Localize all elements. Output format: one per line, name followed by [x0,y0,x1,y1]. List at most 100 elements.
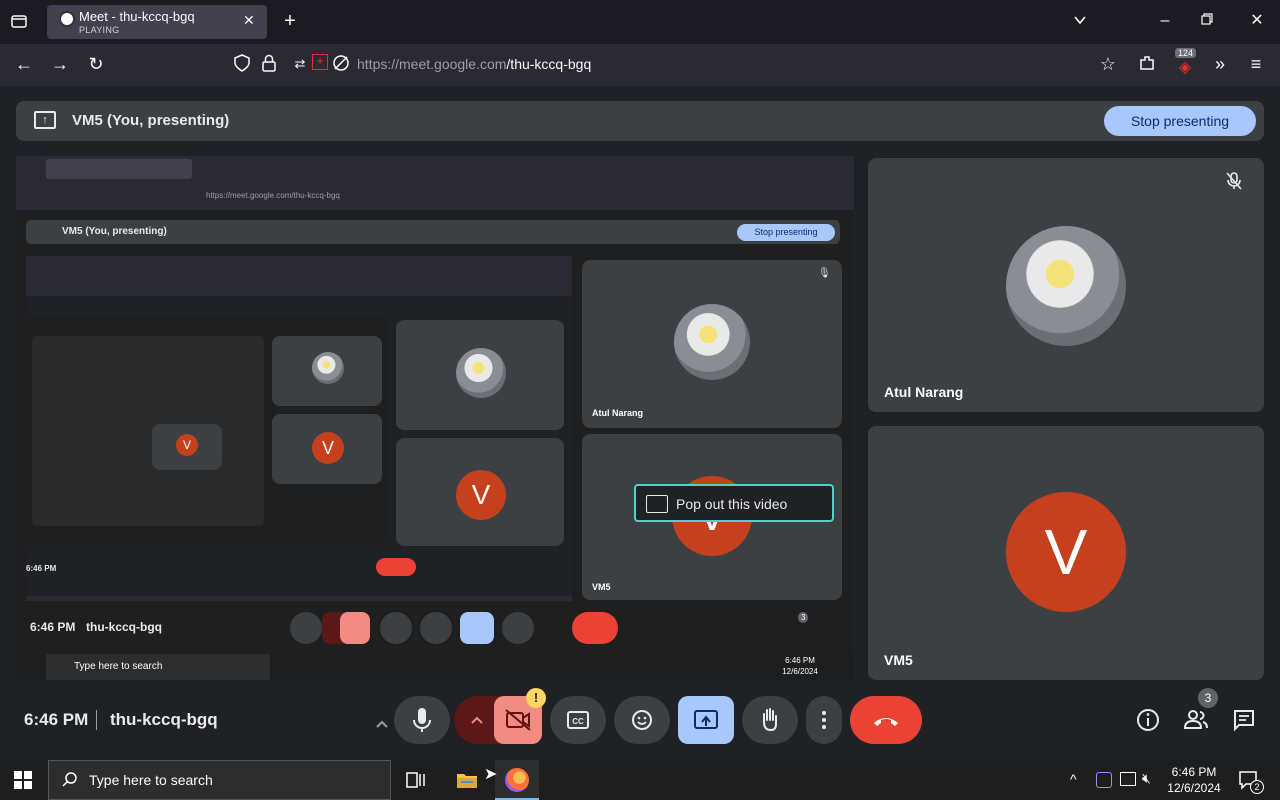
captions-button[interactable]: CC [550,696,606,744]
deepest-tile-atul [272,336,382,406]
people-icon[interactable] [1182,706,1210,734]
address-bar[interactable]: https://meet.google.com/thu-kccq-bgq [357,56,591,72]
more-tools-icon[interactable]: » [1210,54,1230,74]
mic-off-icon [1226,172,1246,190]
tab-list-icon[interactable] [10,12,30,30]
nested-url: https://meet.google.com/thu-kccq-bgq [206,191,340,200]
deeper-end-call [376,558,416,576]
nested-atul-name: Atul Narang [592,408,644,418]
presenting-label: VM5 (You, presenting) [72,112,230,129]
nested-stop-button: Stop presenting [737,224,835,241]
camera-warning-badge: ! [526,688,546,708]
url-path: /thu-kccq-bgq [506,56,592,72]
leave-call-button[interactable] [850,696,922,744]
nested-taskbar: Type here to search 6:46 PM 12/6/2024 [16,654,854,680]
avatar-atul [1006,226,1126,346]
nested-tray-clock: 6:46 PM 12/6/2024 [778,655,822,677]
browser-tab-bar: Meet - thu-kccq-bgq PLAYING ✕ + – ✕ [0,0,1280,44]
meet-control-bar: 6:46 PM thu-kccq-bgq ! CC 3 [0,688,1280,760]
deepest-avatar-atul [312,352,344,384]
pop-out-icon [646,495,668,513]
permissions-icon[interactable]: ⇄ [290,54,310,74]
deeper-nested-screen: V V V 6:46 PM [26,256,572,601]
tracking-shield-icon[interactable] [234,54,254,72]
bookmark-star-icon[interactable]: ☆ [1098,54,1118,74]
nested-avatar-atul [674,304,750,380]
tray-app-icon[interactable] [1096,772,1112,788]
stop-presenting-button[interactable]: Stop presenting [1104,106,1256,136]
nested-emoji-button [420,612,452,644]
present-now-button[interactable] [678,696,734,744]
meet-area: ↑ VM5 (You, presenting) Stop presenting … [0,86,1280,760]
emoji-reactions-button[interactable] [614,696,670,744]
clock-separator [96,710,97,730]
autoplay-blocked-icon[interactable] [332,54,352,72]
screen-share-indicator-icon[interactable]: + [312,54,328,70]
avatar-vm5: V [1006,492,1126,612]
lock-icon[interactable] [262,54,282,72]
volume-muted-icon[interactable]: 🔇︎ [1142,770,1151,787]
tab-title: Meet - thu-kccq-bgq [79,9,195,24]
taskbar-date: 12/6/2024 [1167,781,1221,795]
deeper-controls [216,558,416,576]
meeting-details-icon[interactable] [1134,706,1162,734]
tab-playing-label: PLAYING [79,25,120,35]
nested-people-count: 3 [798,612,809,623]
forward-icon[interactable]: → [50,54,70,74]
present-screen-icon: ↑ [34,111,56,129]
nested-captions-button [380,612,412,644]
deepest-inner-avatar-v: V [176,434,198,456]
nested-presenting-bar: VM5 (You, presenting) Stop presenting [26,220,840,244]
tray-overflow-chevron-icon[interactable]: ^ [1070,771,1077,787]
deeper-avatar-v: V [456,470,506,520]
nested-browser-chrome: https://meet.google.com/thu-kccq-bgq [16,156,854,210]
extensions-icon[interactable] [1138,54,1158,72]
network-icon[interactable] [1120,772,1136,786]
nested-hand-button [502,612,534,644]
windows-start-icon[interactable] [14,771,34,791]
pop-out-label: Pop out this video [676,496,788,512]
extension-badge: 124 [1175,48,1197,58]
nested-tab [46,159,192,179]
taskbar-search-placeholder: Type here to search [89,772,213,788]
people-count-badge: 3 [1198,688,1218,708]
participant-name-vm5: VM5 [884,652,913,668]
file-explorer-icon[interactable] [456,770,478,790]
taskbar-clock[interactable]: 6:46 PM 12/6/2024 [1166,764,1222,796]
participant-tile-atul[interactable]: Atul Narang [868,158,1264,412]
meeting-code: thu-kccq-bgq [110,710,218,729]
restore-window-icon[interactable] [1200,12,1220,26]
minimize-window-icon[interactable]: – [1155,11,1175,31]
deepest-tile-vm5: V [272,414,382,484]
deeper-tile-atul [396,320,564,430]
deepest-inner-tile: V [152,424,222,470]
new-tab-icon[interactable]: + [280,11,300,31]
meet-favicon [59,11,75,27]
ublock-icon[interactable]: ◈ [1175,58,1195,76]
close-window-icon[interactable]: ✕ [1247,11,1267,31]
firefox-taskbar-button[interactable] [495,760,539,800]
chat-icon[interactable] [1230,706,1258,734]
firefox-icon [505,768,529,792]
presenting-bar: ↑ VM5 (You, presenting) Stop presenting [16,101,1264,141]
pop-out-video-tooltip[interactable]: Pop out this video [634,484,834,522]
reload-icon[interactable]: ↻ [86,54,106,74]
close-tab-icon[interactable]: ✕ [243,12,255,29]
nested-meeting-code: thu-kccq-bgq [86,620,162,634]
presented-screen[interactable]: https://meet.google.com/thu-kccq-bgq VM5… [16,156,854,680]
microphone-button[interactable] [394,696,450,744]
raise-hand-button[interactable] [742,696,798,744]
participant-tile-vm5[interactable]: V VM5 [868,426,1264,680]
nested-tray-date: 12/6/2024 [782,667,818,676]
taskbar-search-box[interactable]: Type here to search [48,760,391,800]
url-host: https://meet.google.com [357,56,507,72]
app-menu-icon[interactable]: ≡ [1246,54,1266,74]
more-options-button[interactable] [806,696,842,744]
browser-tab-meet[interactable]: Meet - thu-kccq-bgq PLAYING ✕ [47,5,267,39]
browser-nav-bar: ← → ↻ ⇄ + https://meet.google.com/thu-kc… [0,44,1280,86]
nested-tray-time: 6:46 PM [785,656,815,665]
deeper-tile-vm5: V [396,438,564,546]
tab-overflow-chevron-icon[interactable] [1072,12,1092,28]
task-view-icon[interactable] [406,771,426,789]
back-icon[interactable]: ← [14,54,34,74]
